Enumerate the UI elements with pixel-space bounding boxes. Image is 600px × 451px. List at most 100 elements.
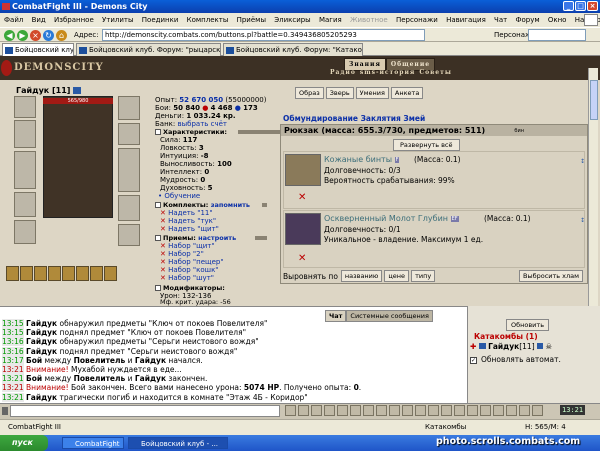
tool-icon[interactable] <box>428 405 439 416</box>
sort-by-type-button[interactable]: типу <box>411 270 436 282</box>
tool-icon[interactable] <box>519 405 530 416</box>
slot-gloves[interactable] <box>118 195 140 221</box>
home-icon[interactable]: ⌂ <box>56 30 67 41</box>
refresh-icon[interactable]: ↻ <box>43 30 54 41</box>
chat-timestamp[interactable]: 13:21 <box>2 392 24 402</box>
chat-name[interactable]: Гайдук <box>26 347 57 356</box>
pet-button[interactable]: Зверь <box>325 87 354 99</box>
bandage-item-icon[interactable] <box>285 154 321 186</box>
chat-name[interactable]: Повелитель <box>74 374 126 383</box>
person-input[interactable] <box>528 29 586 41</box>
technique-set[interactable]: ✕ Набор "щит" <box>160 242 215 250</box>
tool-icon[interactable] <box>389 405 400 416</box>
chat-name[interactable]: Гайдук <box>26 337 57 346</box>
tool-icon[interactable] <box>415 405 426 416</box>
collapse-icon[interactable] <box>155 202 161 208</box>
skills-button[interactable]: Умения <box>355 87 389 99</box>
scroll-thumb[interactable] <box>590 80 598 120</box>
tool-icon[interactable] <box>480 405 491 416</box>
chat-name[interactable]: Гайдук <box>26 328 57 337</box>
taskbar-item-combatfight[interactable]: CombatFight <box>62 437 124 449</box>
chat-name[interactable]: Гайдук <box>26 319 57 328</box>
chat-name[interactable]: Гайдук <box>135 356 166 365</box>
auto-update-checkbox[interactable]: ✓ <box>470 356 477 364</box>
scroll-arrow-icon[interactable]: ↕ <box>580 217 585 224</box>
tool-icon[interactable] <box>324 405 335 416</box>
collapse-icon[interactable] <box>155 285 161 291</box>
subtab-tips[interactable]: Советы <box>419 69 452 76</box>
expand-all-button[interactable]: Развернуть всё <box>393 139 460 151</box>
chat-input[interactable] <box>10 405 280 417</box>
kit-item[interactable]: ✕ Надеть "тук" <box>160 217 216 225</box>
menu-techniques[interactable]: Приёмы <box>237 16 266 24</box>
tab-forum-knights[interactable]: Бойцовский клуб. Форум: "рыцарски... <box>76 43 221 56</box>
profile-button[interactable]: Анкета <box>390 87 424 99</box>
player-entry[interactable]: ✚ Гайдук[11] ☠ <box>470 342 552 351</box>
characteristics-header[interactable]: Характеристики: <box>155 128 227 136</box>
back-icon[interactable]: ◀ <box>4 30 15 41</box>
tool-icon[interactable] <box>402 405 413 416</box>
close-button[interactable]: × <box>587 1 598 11</box>
menu-window[interactable]: Окно <box>548 16 567 24</box>
modifiers-header[interactable]: Модификаторы: <box>155 284 225 292</box>
technique-set[interactable]: ✕ Набор "шут" <box>160 274 214 282</box>
tool-icon[interactable] <box>376 405 387 416</box>
tab-forum-catacombs[interactable]: Бойцовский клуб. Форум: "Катакомб... <box>223 43 363 56</box>
menu-view[interactable]: Вид <box>32 16 46 24</box>
subtab-sms[interactable]: sms-история <box>360 69 416 76</box>
slot-shield[interactable] <box>118 148 140 192</box>
info-icon[interactable] <box>73 87 82 94</box>
menu-kits[interactable]: Комплекты <box>187 16 229 24</box>
menu-elixirs[interactable]: Эликсиры <box>274 16 311 24</box>
tool-icon[interactable] <box>506 405 517 416</box>
quick-slot[interactable] <box>62 266 75 281</box>
start-button[interactable]: пуск <box>0 435 48 451</box>
character-name[interactable]: Гайдук [11] <box>16 86 82 95</box>
kit-item[interactable]: ✕ Надеть "11" <box>160 209 213 217</box>
equipment-section-title[interactable]: Обмундирование Заклятия Змей <box>283 114 425 123</box>
kit-item[interactable]: ✕ Надеть "щит" <box>160 225 219 233</box>
menu-file[interactable]: Файл <box>4 16 23 24</box>
auto-update-toggle[interactable]: ✓ Обновлять автомат. <box>470 355 561 364</box>
slot-bracers[interactable] <box>118 123 140 145</box>
chat-timestamp[interactable]: 13:17 <box>2 355 24 365</box>
chat-timestamp[interactable]: 13:16 <box>2 337 24 347</box>
chat-name[interactable]: Гайдук <box>26 393 57 402</box>
training-link[interactable]: • Обучение <box>158 192 200 200</box>
chat-timestamp[interactable]: 13:21 <box>2 365 24 375</box>
chat-timestamp[interactable]: 13:21 <box>2 383 24 393</box>
menu-favorites[interactable]: Избранное <box>54 16 94 24</box>
quick-slot[interactable] <box>48 266 61 281</box>
slot-earrings[interactable] <box>14 96 36 118</box>
stop-icon[interactable]: × <box>30 30 41 41</box>
tool-icon[interactable] <box>454 405 465 416</box>
slot-helmet[interactable] <box>118 96 140 120</box>
tool-icon[interactable] <box>350 405 361 416</box>
tool-icon[interactable] <box>311 405 322 416</box>
chat-name[interactable]: Гайдук <box>135 374 166 383</box>
slot-amulet[interactable] <box>14 120 36 148</box>
tool-icon[interactable] <box>467 405 478 416</box>
technique-set[interactable]: ✕ Набор "пещер" <box>160 258 224 266</box>
maximize-button[interactable]: □ <box>575 1 586 11</box>
quick-slot[interactable] <box>20 266 33 281</box>
quick-slot[interactable] <box>104 266 117 281</box>
chat-name[interactable]: Бой <box>26 374 42 383</box>
chat-timestamp[interactable]: 13:15 <box>2 319 24 328</box>
refresh-button[interactable]: Обновить <box>506 319 550 331</box>
tab-fight-club[interactable]: Бойцовский клуб <box>2 43 74 56</box>
technique-set[interactable]: ✕ Набор "2" <box>160 250 204 258</box>
quick-slot[interactable] <box>90 266 103 281</box>
backpack-item[interactable]: Кожаные бинты F (Масса: 0.1) Долговечнос… <box>283 151 585 209</box>
slot-armor[interactable] <box>14 192 36 217</box>
menu-utilities[interactable]: Утилиты <box>102 16 134 24</box>
slot-belt[interactable] <box>14 220 36 244</box>
slot-boots[interactable] <box>118 224 140 246</box>
sort-by-name-button[interactable]: названию <box>340 270 383 282</box>
kits-header[interactable]: Комплекты: запомнить <box>155 201 250 209</box>
slot-weapon[interactable] <box>14 151 36 189</box>
tool-icon[interactable] <box>285 405 296 416</box>
taskbar-item-fightclub[interactable]: Бойцовский клуб - ... <box>128 437 228 449</box>
chat-mode-icon[interactable] <box>2 407 8 415</box>
hammer-item-icon[interactable] <box>285 213 321 245</box>
